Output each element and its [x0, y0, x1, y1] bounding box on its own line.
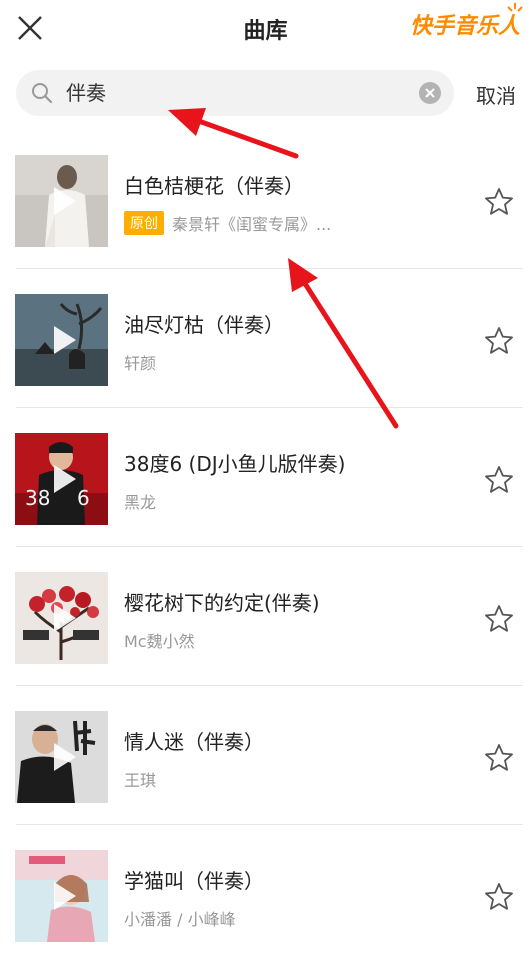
play-icon[interactable]	[52, 463, 78, 495]
album-cover[interactable]	[15, 155, 108, 247]
song-subtitle: 小潘潘 / 小峰峰	[124, 906, 236, 930]
search-bar: 取消	[0, 70, 531, 118]
search-icon	[32, 83, 53, 104]
play-icon[interactable]	[52, 602, 78, 634]
star-icon[interactable]	[483, 464, 515, 496]
song-subtitle: 原创 秦景轩《闺蜜专属》...	[124, 211, 331, 235]
search-input[interactable]	[66, 70, 406, 116]
star-icon[interactable]	[483, 603, 515, 635]
list-item[interactable]: 油尽灯枯（伴奏） 轩颜	[0, 269, 531, 408]
sparkle-icon	[507, 3, 523, 12]
play-icon[interactable]	[52, 880, 78, 912]
star-icon[interactable]	[483, 881, 515, 913]
album-cover[interactable]	[15, 572, 108, 664]
song-artist: 秦景轩《闺蜜专属》...	[172, 215, 332, 234]
album-cover[interactable]: 38 6	[15, 433, 108, 525]
list-item[interactable]: 38 6 38度6 (DJ小鱼儿版伴奏) 黑龙	[0, 408, 531, 547]
list-item[interactable]: 情人迷（伴奏） 王琪	[0, 686, 531, 825]
song-artist: 黑龙	[124, 493, 157, 512]
song-subtitle: 王琪	[124, 767, 156, 791]
song-title: 樱花树下的约定(伴奏)	[124, 591, 320, 615]
album-cover[interactable]	[15, 850, 108, 942]
play-icon[interactable]	[52, 324, 78, 356]
star-icon[interactable]	[483, 325, 515, 357]
song-title: 38度6 (DJ小鱼儿版伴奏)	[124, 452, 346, 476]
song-title: 白色桔梗花（伴奏）	[124, 174, 304, 198]
song-title: 油尽灯枯（伴奏）	[124, 313, 284, 337]
list-item[interactable]: 樱花树下的约定(伴奏) Mc魏小然	[0, 547, 531, 686]
cancel-button[interactable]: 取消	[476, 80, 516, 109]
album-cover[interactable]	[15, 294, 108, 386]
song-subtitle: 轩颜	[124, 350, 156, 374]
original-badge: 原创	[124, 211, 164, 235]
star-icon[interactable]	[483, 186, 515, 218]
play-icon[interactable]	[52, 741, 78, 773]
list-item[interactable]: 白色桔梗花（伴奏） 原创 秦景轩《闺蜜专属》...	[0, 130, 531, 269]
header: 曲库 快手音乐人	[0, 0, 531, 54]
song-title: 学猫叫（伴奏）	[124, 869, 264, 893]
song-subtitle: 黑龙	[124, 489, 156, 513]
clear-icon[interactable]	[418, 81, 442, 105]
search-box[interactable]	[16, 70, 454, 116]
play-icon[interactable]	[52, 185, 78, 217]
list-item[interactable]: 学猫叫（伴奏） 小潘潘 / 小峰峰	[0, 825, 531, 964]
song-artist: Mc魏小然	[124, 632, 195, 651]
star-icon[interactable]	[483, 742, 515, 774]
svg-text:38: 38	[25, 486, 50, 510]
svg-text:6: 6	[77, 486, 90, 510]
song-artist: 轩颜	[124, 354, 157, 373]
song-subtitle: Mc魏小然	[124, 628, 195, 652]
song-artist: 王琪	[124, 771, 157, 790]
album-cover[interactable]	[15, 711, 108, 803]
brand-logo: 快手音乐人	[410, 14, 521, 39]
song-title: 情人迷（伴奏）	[124, 730, 264, 754]
song-artist: 小潘潘 / 小峰峰	[124, 910, 236, 929]
